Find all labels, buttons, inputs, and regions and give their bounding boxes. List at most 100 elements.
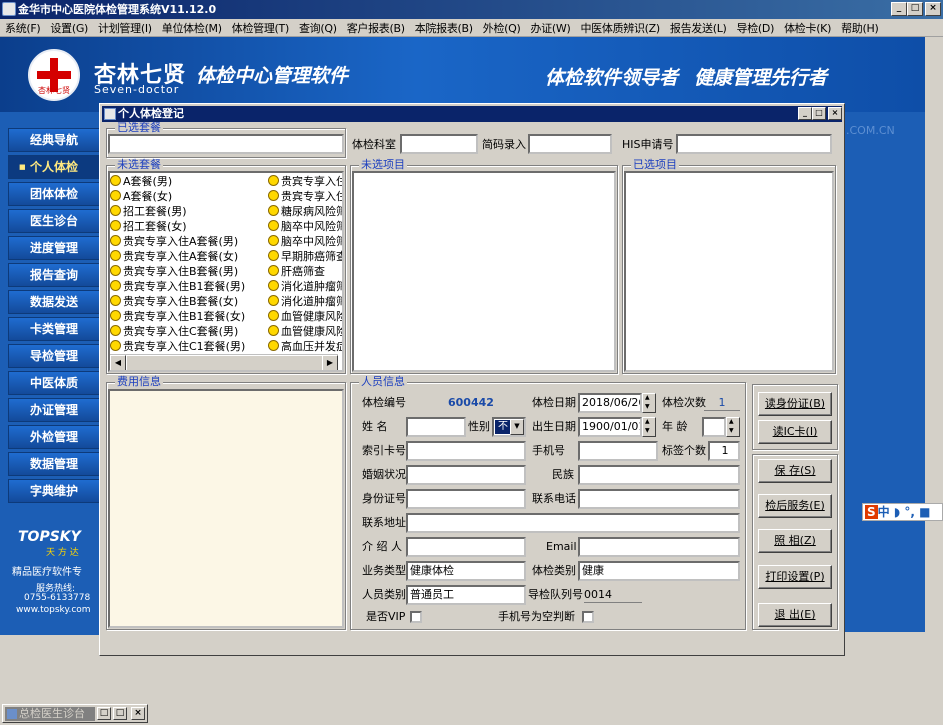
nav-group-exam[interactable]: 团体体检 [8, 182, 100, 206]
nav-personal-exam[interactable]: 个人体检 [8, 155, 100, 179]
menu-card[interactable]: 体检卡(K) [779, 20, 836, 36]
age-spinner[interactable] [726, 417, 740, 437]
email-input[interactable] [578, 537, 740, 557]
packages-list[interactable]: A套餐(男) A套餐(女) 招工套餐(男) 招工套餐(女) 贵宾专享入住A套餐(… [108, 171, 344, 372]
dialog-close-button[interactable]: × [828, 107, 842, 120]
nav-doctor-desk[interactable]: 医生诊台 [8, 209, 100, 233]
dept-input[interactable] [400, 134, 478, 154]
quick-code-input[interactable] [528, 134, 612, 154]
phone-input[interactable] [578, 489, 740, 509]
labels-count-input[interactable]: 1 [708, 441, 740, 461]
dialog-maximize-button[interactable]: □ [812, 107, 826, 120]
menu-help[interactable]: 帮助(H) [836, 20, 883, 36]
menu-certificate[interactable]: 办证(W) [526, 20, 576, 36]
marital-input[interactable] [406, 465, 526, 485]
package-item[interactable]: 贵宾专享入住B1套餐(男) [110, 279, 266, 294]
package-item[interactable]: 脑卒中风险筛 [268, 234, 342, 249]
ime-toolbar[interactable]: S中 ◗ °, ■ [862, 503, 943, 521]
package-item[interactable]: 贵宾专享入住A套餐(男) [110, 234, 266, 249]
package-item[interactable]: 贵宾专享入住A套餐(女) [110, 249, 266, 264]
nav-report-query[interactable]: 报告查询 [8, 263, 100, 287]
unselected-items-list[interactable] [352, 171, 616, 372]
menu-system[interactable]: 系统(F) [0, 20, 45, 36]
menu-external-exam[interactable]: 外检(Q) [478, 20, 526, 36]
vip-checkbox[interactable] [410, 611, 422, 623]
restore-button[interactable]: □ [97, 707, 111, 720]
scroll-thumb[interactable] [126, 355, 336, 370]
exam-date-spinner[interactable] [642, 393, 656, 413]
birth-date-spinner[interactable] [642, 417, 656, 437]
close-button[interactable]: × [925, 2, 941, 16]
chevron-down-icon[interactable]: ▼ [510, 419, 524, 435]
menu-customer-report[interactable]: 客户报表(B) [342, 20, 410, 36]
package-item[interactable]: 消化道肿瘤筛 [268, 279, 342, 294]
address-input[interactable] [406, 513, 740, 533]
package-item[interactable]: 早期肺癌筛查 [268, 249, 342, 264]
gender-select[interactable]: 不 ▼ [492, 417, 526, 437]
menu-unit-exam[interactable]: 单位体检(M) [157, 20, 227, 36]
his-input[interactable] [676, 134, 832, 154]
scroll-left-icon[interactable]: ◀ [110, 355, 126, 370]
package-item[interactable]: 招工套餐(女) [110, 219, 266, 234]
nav-progress[interactable]: 进度管理 [8, 236, 100, 260]
id-card-input[interactable] [406, 489, 526, 509]
minimize-button[interactable]: _ [891, 2, 907, 16]
maximize-button-small[interactable]: □ [113, 707, 127, 720]
package-item[interactable]: 血管健康风险 [268, 324, 342, 339]
package-item[interactable]: 高血压并发症 [268, 339, 342, 354]
package-item[interactable]: 糖尿病风险筛 [268, 204, 342, 219]
package-item[interactable]: 肝癌筛查 [268, 264, 342, 279]
ethnic-input[interactable] [578, 465, 740, 485]
mobile-input[interactable] [578, 441, 658, 461]
photo-button[interactable]: 照 相(Z) [758, 529, 832, 553]
close-button-small[interactable]: × [131, 707, 145, 720]
dialog-minimize-button[interactable]: _ [798, 107, 812, 120]
nav-certificate[interactable]: 办证管理 [8, 398, 100, 422]
package-item[interactable]: 贵宾专享入住B套餐(女) [110, 294, 266, 309]
menu-plan[interactable]: 计划管理(I) [93, 20, 157, 36]
nav-dictionary[interactable]: 字典维护 [8, 479, 100, 503]
package-item[interactable]: 招工套餐(男) [110, 204, 266, 219]
menu-hospital-report[interactable]: 本院报表(B) [410, 20, 478, 36]
nav-card-manage[interactable]: 卡类管理 [8, 317, 100, 341]
scroll-right-icon[interactable]: ▶ [322, 355, 338, 370]
package-item[interactable]: 脑卒中风险筛 [268, 219, 342, 234]
minimized-window[interactable]: 总检医生诊台 □ □ × [2, 704, 148, 723]
age-input[interactable] [702, 417, 726, 437]
menu-tcm[interactable]: 中医体质辨识(Z) [575, 20, 664, 36]
selected-items-list[interactable] [624, 171, 834, 372]
exam-date-input[interactable]: 2018/06/26 [578, 393, 642, 413]
nav-tcm[interactable]: 中医体质 [8, 371, 100, 395]
menu-exam-manage[interactable]: 体检管理(T) [227, 20, 294, 36]
save-button[interactable]: 保 存(S) [758, 459, 832, 483]
package-item[interactable]: 贵宾专享入住 [268, 174, 342, 189]
nav-data-manage[interactable]: 数据管理 [8, 452, 100, 476]
package-item[interactable]: 血管健康风险 [268, 309, 342, 324]
package-item[interactable]: 贵宾专享入住 [268, 189, 342, 204]
business-type-input[interactable]: 健康体检 [406, 561, 526, 581]
exit-button[interactable]: 退 出(E) [758, 603, 832, 627]
package-item[interactable]: A套餐(男) [110, 174, 266, 189]
maximize-button[interactable]: □ [907, 2, 923, 16]
menu-query[interactable]: 查询(Q) [294, 20, 342, 36]
nav-guide-manage[interactable]: 导检管理 [8, 344, 100, 368]
nav-data-send[interactable]: 数据发送 [8, 290, 100, 314]
birth-date-input[interactable]: 1900/01/01 [578, 417, 642, 437]
package-item[interactable]: 贵宾专享入住C1套餐(男) [110, 339, 266, 354]
exam-type-input[interactable]: 健康 [578, 561, 740, 581]
package-item[interactable]: 贵宾专享入住B套餐(男) [110, 264, 266, 279]
nav-classic[interactable]: 经典导航 [8, 128, 100, 152]
read-ic-card-button[interactable]: 读IC卡(I) [758, 420, 832, 444]
name-input[interactable] [406, 417, 466, 437]
print-settings-button[interactable]: 打印设置(P) [758, 565, 832, 589]
package-item[interactable]: A套餐(女) [110, 189, 266, 204]
nav-external[interactable]: 外检管理 [8, 425, 100, 449]
selected-packages-field[interactable] [108, 134, 344, 154]
package-item[interactable]: 贵宾专享入住B1套餐(女) [110, 309, 266, 324]
package-item[interactable]: 贵宾专享入住C套餐(男) [110, 324, 266, 339]
menu-settings[interactable]: 设置(G) [45, 20, 93, 36]
post-service-button[interactable]: 检后服务(E) [758, 494, 832, 518]
menu-guide[interactable]: 导检(D) [732, 20, 780, 36]
read-id-card-button[interactable]: 读身份证(B) [758, 392, 832, 416]
introducer-input[interactable] [406, 537, 526, 557]
